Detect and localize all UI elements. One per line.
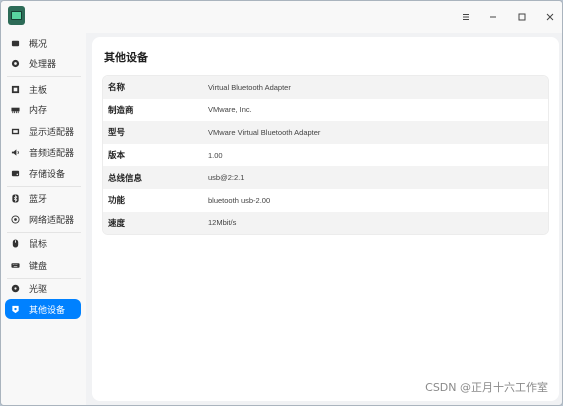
maximize-icon <box>518 13 526 21</box>
row-value: 12Mbit/s <box>208 218 237 228</box>
sidebar-item-label: 处理器 <box>29 59 57 70</box>
sidebar-item-label: 存储设备 <box>29 169 66 180</box>
row-key: 速度 <box>108 218 126 229</box>
table-row: 速度 12Mbit/s <box>103 211 548 235</box>
titlebar <box>1 1 562 33</box>
minimize-button[interactable] <box>484 8 502 26</box>
table-row: 功能 bluetooth usb-2.00 <box>103 188 548 212</box>
other-devices-icon <box>10 304 20 314</box>
table-row: 型号 VMware Virtual Bluetooth Adapter <box>103 121 548 144</box>
row-value: Virtual Bluetooth Adapter <box>208 82 291 92</box>
storage-icon <box>10 168 20 178</box>
row-key: 制造商 <box>108 105 134 116</box>
app-window: 概况 处理器 主板 内存 显示适配器 音频适配器 存储设备 蓝牙 网络适配器 鼠… <box>0 0 563 406</box>
main-panel: 其他设备 名称 Virtual Bluetooth Adapter 制造商 VM… <box>92 37 559 401</box>
bluetooth-icon <box>10 193 20 203</box>
table-row: 名称 Virtual Bluetooth Adapter <box>103 76 548 99</box>
overview-icon <box>10 38 20 48</box>
sidebar-item-mouse[interactable]: 鼠标 <box>5 233 81 253</box>
row-key: 名称 <box>108 83 126 94</box>
sidebar-item-bluetooth[interactable]: 蓝牙 <box>5 188 81 208</box>
sidebar-item-keyboard[interactable]: 键盘 <box>5 255 81 275</box>
row-key: 总线信息 <box>108 173 143 184</box>
sidebar-item-label: 鼠标 <box>29 239 48 250</box>
memory-icon <box>10 104 20 114</box>
sidebar-item-label: 主板 <box>29 85 48 96</box>
divider <box>7 76 81 77</box>
row-value: 1.00 <box>208 150 223 160</box>
page-title: 其他设备 <box>104 51 148 64</box>
sidebar-item-label: 音频适配器 <box>29 148 75 159</box>
sidebar-item-display-adapter[interactable]: 显示适配器 <box>5 121 81 141</box>
table-row: 版本 1.00 <box>103 143 548 167</box>
keyboard-icon <box>10 260 20 270</box>
sidebar-item-other-devices[interactable]: 其他设备 <box>5 299 81 319</box>
hamburger-icon <box>463 14 469 20</box>
sidebar-item-label: 键盘 <box>29 261 48 272</box>
optical-drive-icon <box>10 283 20 293</box>
cpu-icon <box>10 58 20 68</box>
sidebar-item-cpu[interactable]: 处理器 <box>5 53 81 73</box>
sidebar-item-network[interactable]: 网络适配器 <box>5 209 81 229</box>
table-row: 总线信息 usb@2:2.1 <box>103 166 548 189</box>
close-button[interactable] <box>541 8 559 26</box>
sidebar-item-memory[interactable]: 内存 <box>5 99 81 119</box>
motherboard-icon <box>10 84 20 94</box>
close-icon <box>546 13 554 21</box>
divider <box>7 186 81 187</box>
sidebar-item-label: 光驱 <box>29 284 48 295</box>
sidebar-item-label: 网络适配器 <box>29 215 75 226</box>
row-value: bluetooth usb-2.00 <box>208 195 271 205</box>
sidebar-item-label: 内存 <box>29 105 48 116</box>
sidebar-item-label: 显示适配器 <box>29 127 75 138</box>
device-info-table: 名称 Virtual Bluetooth Adapter 制造商 VMware,… <box>102 75 549 236</box>
row-key: 版本 <box>108 151 126 162</box>
row-value: VMware Virtual Bluetooth Adapter <box>208 127 321 137</box>
sidebar-item-label: 概况 <box>29 39 48 50</box>
minimize-icon <box>490 16 496 18</box>
audio-adapter-icon <box>10 147 20 157</box>
sidebar-item-optical-drive[interactable]: 光驱 <box>5 278 81 298</box>
network-icon <box>10 214 20 224</box>
sidebar-item-storage[interactable]: 存储设备 <box>5 163 81 183</box>
maximize-button[interactable] <box>513 8 531 26</box>
sidebar-item-label: 蓝牙 <box>29 194 48 205</box>
row-value: usb@2:2.1 <box>208 173 245 183</box>
sidebar-item-overview[interactable]: 概况 <box>5 33 81 53</box>
row-key: 型号 <box>108 128 126 139</box>
mouse-icon <box>10 238 20 248</box>
sidebar-item-motherboard[interactable]: 主板 <box>5 79 81 99</box>
sidebar: 概况 处理器 主板 内存 显示适配器 音频适配器 存储设备 蓝牙 网络适配器 鼠… <box>1 33 86 405</box>
sidebar-item-label: 其他设备 <box>29 305 66 316</box>
menu-button[interactable] <box>457 8 475 26</box>
display-adapter-icon <box>10 126 20 136</box>
app-icon <box>8 6 25 25</box>
table-row: 制造商 VMware, Inc. <box>103 98 548 122</box>
watermark: CSDN @正月十六工作室 <box>425 381 548 394</box>
sidebar-item-audio-adapter[interactable]: 音频适配器 <box>5 142 81 162</box>
row-key: 功能 <box>108 196 126 207</box>
row-value: VMware, Inc. <box>208 105 252 115</box>
